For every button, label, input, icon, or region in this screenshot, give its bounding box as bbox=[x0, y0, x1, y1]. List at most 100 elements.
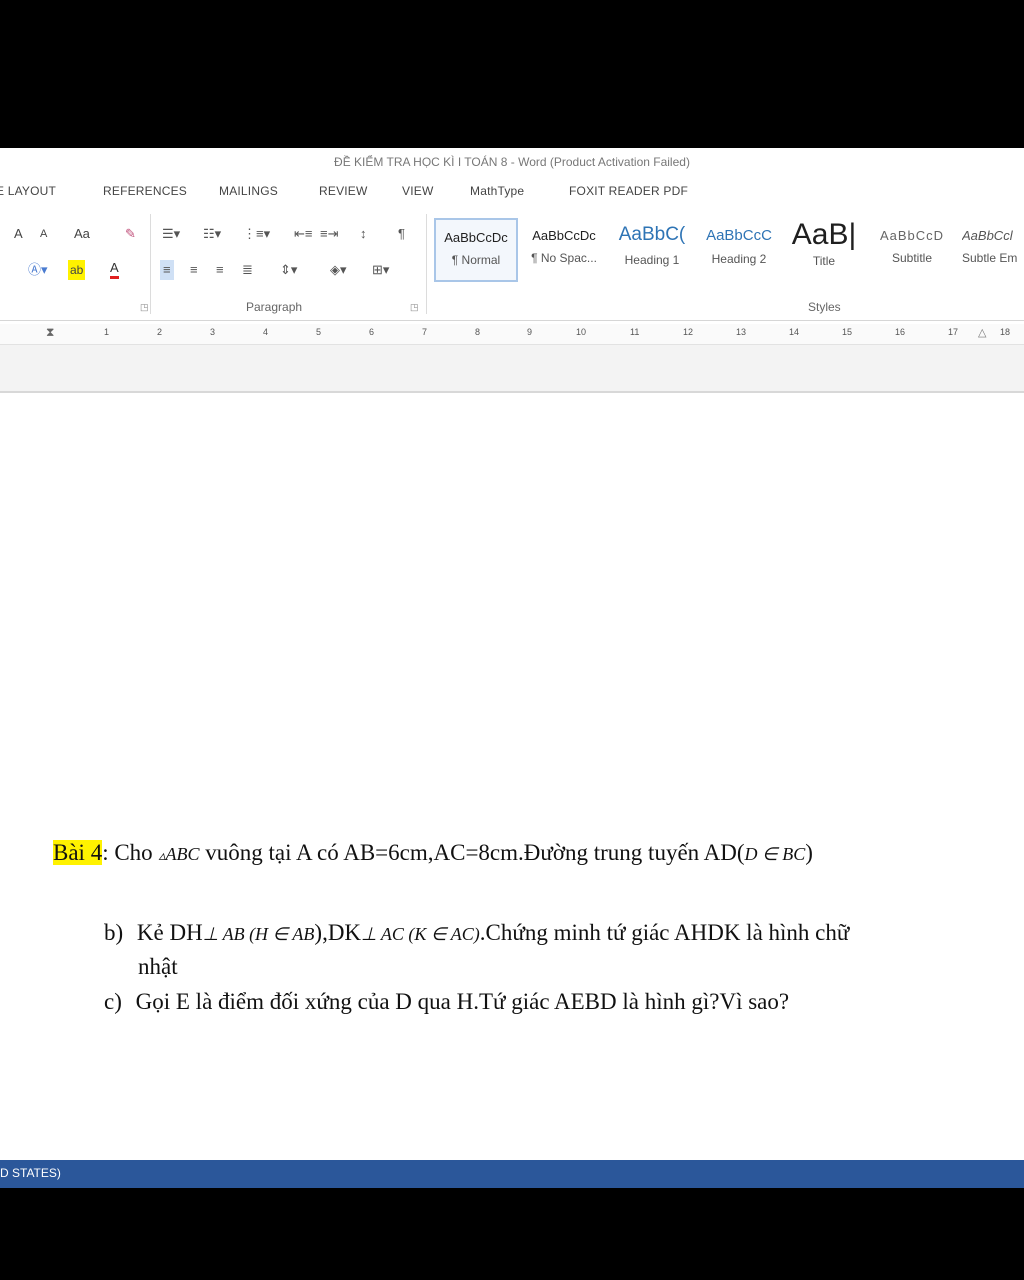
math-run: ⊥ AB (H ∈ AB bbox=[202, 924, 315, 944]
style-name: ¶ No Spac... bbox=[531, 251, 597, 265]
status-language[interactable]: D STATES) bbox=[0, 1166, 61, 1180]
tab-mailings[interactable]: MAILINGS bbox=[219, 178, 278, 204]
ruler-number: 6 bbox=[369, 327, 375, 337]
window-title: ĐỀ KIỂM TRA HỌC KÌ I TOÁN 8 - Word (Prod… bbox=[334, 155, 690, 169]
numbering-icon[interactable]: ☷▾ bbox=[203, 224, 221, 244]
math-run: ABC bbox=[165, 844, 200, 864]
document-page[interactable]: Bài 4: Cho ▵ABC vuông tại A có AB=6cm,AC… bbox=[0, 393, 1024, 1163]
ruler-number: 3 bbox=[210, 327, 216, 337]
shrink-font-button[interactable]: A bbox=[40, 224, 47, 244]
ruler-number: 8 bbox=[475, 327, 481, 337]
ruler-number: 7 bbox=[422, 327, 428, 337]
tab-view[interactable]: VIEW bbox=[402, 178, 433, 204]
show-marks-icon[interactable]: ¶ bbox=[398, 224, 405, 244]
ruler-number: 1 bbox=[104, 327, 110, 337]
ruler-number: 13 bbox=[736, 327, 747, 337]
style-no-spacing[interactable]: AaBbCcDc ¶ No Spac... bbox=[522, 218, 606, 282]
indent-marker-icon[interactable]: ⧗ bbox=[46, 322, 54, 342]
style-name: Subtitle bbox=[891, 251, 933, 265]
paragraph-dialog-launcher-icon[interactable]: ◳ bbox=[410, 302, 419, 313]
ruler-number: 14 bbox=[789, 327, 800, 337]
ribbon-separator bbox=[150, 214, 151, 314]
list-marker: b) bbox=[104, 920, 124, 945]
text-run: ) bbox=[805, 840, 813, 865]
font-color-button[interactable]: A bbox=[110, 260, 119, 279]
style-preview: AaBbCcC bbox=[706, 227, 772, 244]
style-preview: AaB| bbox=[791, 218, 857, 251]
ruler-number: 4 bbox=[263, 327, 269, 337]
align-left-icon[interactable]: ≡ bbox=[160, 260, 174, 280]
ruler-number: 9 bbox=[527, 327, 533, 337]
tab-references[interactable]: REFERENCES bbox=[103, 178, 187, 204]
text-effects-icon[interactable]: Ⓐ▾ bbox=[28, 260, 48, 280]
word-window: ĐỀ KIỂM TRA HỌC KÌ I TOÁN 8 - Word (Prod… bbox=[0, 148, 1024, 1188]
math-run: ⊥ AC (K ∈ AC) bbox=[361, 924, 480, 944]
justify-icon[interactable]: ≣ bbox=[242, 260, 253, 280]
problem-label: Bài 4 bbox=[53, 840, 103, 865]
style-name: Title bbox=[812, 254, 836, 268]
style-preview: AaBbC( bbox=[618, 224, 686, 245]
sort-icon[interactable]: ↕ bbox=[360, 224, 367, 244]
text-run: Gọi E là điểm đối xứng của D qua H.Tứ gi… bbox=[135, 989, 790, 1014]
style-name: ¶ Normal bbox=[451, 253, 501, 267]
style-subtitle[interactable]: AaBbCcD Subtitle bbox=[870, 218, 954, 282]
list-item-c: c) Gọi E là điểm đối xứng của D qua H.Tứ… bbox=[104, 989, 789, 1015]
math-run: D ∈ BC bbox=[744, 844, 806, 864]
ruler-number: 16 bbox=[895, 327, 906, 337]
borders-icon[interactable]: ⊞▾ bbox=[372, 260, 389, 280]
text-run: ),DK bbox=[314, 920, 362, 945]
text-run: : Cho bbox=[102, 840, 159, 865]
text-run: Kẻ DH bbox=[136, 920, 203, 945]
bullets-icon[interactable]: ☰▾ bbox=[162, 224, 180, 244]
style-name: Heading 2 bbox=[711, 252, 767, 266]
style-preview: AaBbCcD bbox=[879, 228, 945, 243]
text-run: .Chứng minh tứ giác AHDK là hình chữ bbox=[479, 920, 850, 945]
clear-formatting-icon[interactable]: ✎ bbox=[125, 224, 136, 244]
list-item-b: b) Kẻ DH⊥ AB (H ∈ AB),DK⊥ AC (K ∈ AC).Ch… bbox=[104, 920, 849, 946]
ruler-number: 17 bbox=[948, 327, 959, 337]
list-marker: c) bbox=[104, 989, 122, 1014]
style-name: Subtle Em bbox=[962, 251, 1018, 265]
ruler-number: 2 bbox=[157, 327, 163, 337]
problem-line: Bài 4: Cho ▵ABC vuông tại A có AB=6cm,AC… bbox=[53, 840, 813, 866]
list-item-b-continuation: nhật bbox=[138, 954, 178, 979]
ruler-number: 5 bbox=[316, 327, 322, 337]
text-run: vuông tại A có AB=6cm,AC=8cm.Đường trung… bbox=[199, 840, 745, 865]
change-case-button[interactable]: Aa bbox=[74, 224, 90, 244]
style-subtle-emphasis[interactable]: AaBbCcl Subtle Em bbox=[956, 218, 1024, 282]
align-right-icon[interactable]: ≡ bbox=[216, 260, 224, 280]
tab-mathtype[interactable]: MathType bbox=[470, 178, 524, 204]
align-center-icon[interactable]: ≡ bbox=[190, 260, 198, 280]
style-heading-1[interactable]: AaBbC( Heading 1 bbox=[610, 218, 694, 282]
multilevel-list-icon[interactable]: ⋮≡▾ bbox=[243, 224, 270, 244]
line-spacing-icon[interactable]: ⇕▾ bbox=[280, 260, 297, 280]
ribbon: A A Aa ✎ Ⓐ▾ ab A ◳ ☰▾ ☷▾ ⋮≡▾ ⇤≡ ≡⇥ ↕ ¶ ≡… bbox=[0, 208, 1024, 321]
page-gap bbox=[0, 345, 1024, 393]
tab-review[interactable]: REVIEW bbox=[319, 178, 368, 204]
style-name: Heading 1 bbox=[624, 253, 680, 267]
decrease-indent-icon[interactable]: ⇤≡ bbox=[294, 224, 312, 244]
highlight-color-button[interactable]: ab bbox=[68, 260, 86, 280]
style-normal[interactable]: AaBbCcDc ¶ Normal bbox=[434, 218, 518, 282]
right-indent-marker-icon[interactable]: △ bbox=[978, 323, 986, 343]
style-title[interactable]: AaB| Title bbox=[782, 218, 866, 282]
ribbon-tabs: E LAYOUT REFERENCES MAILINGS REVIEW VIEW… bbox=[0, 178, 1024, 204]
style-preview: AaBbCcl bbox=[962, 228, 1013, 243]
status-bar: D STATES) bbox=[0, 1160, 1024, 1188]
increase-indent-icon[interactable]: ≡⇥ bbox=[320, 224, 338, 244]
ruler-number: 15 bbox=[842, 327, 853, 337]
ruler-number: 10 bbox=[576, 327, 587, 337]
font-dialog-launcher-icon[interactable]: ◳ bbox=[140, 302, 149, 313]
ruler-number: 12 bbox=[683, 327, 694, 337]
style-heading-2[interactable]: AaBbCcC Heading 2 bbox=[697, 218, 781, 282]
horizontal-ruler[interactable]: ⧗ 1 2 3 4 5 6 7 8 9 10 11 12 13 14 15 16… bbox=[0, 324, 1024, 345]
style-preview: AaBbCcDc bbox=[444, 230, 508, 245]
grow-font-button[interactable]: A bbox=[14, 224, 23, 244]
ruler-number: 18 bbox=[1000, 327, 1011, 337]
tab-page-layout[interactable]: E LAYOUT bbox=[0, 178, 56, 204]
ruler-number: 11 bbox=[630, 327, 640, 337]
shading-icon[interactable]: ◈▾ bbox=[330, 260, 347, 280]
ribbon-separator bbox=[426, 214, 427, 314]
styles-group-label: Styles bbox=[808, 300, 841, 314]
tab-foxit-reader-pdf[interactable]: FOXIT READER PDF bbox=[569, 178, 688, 204]
